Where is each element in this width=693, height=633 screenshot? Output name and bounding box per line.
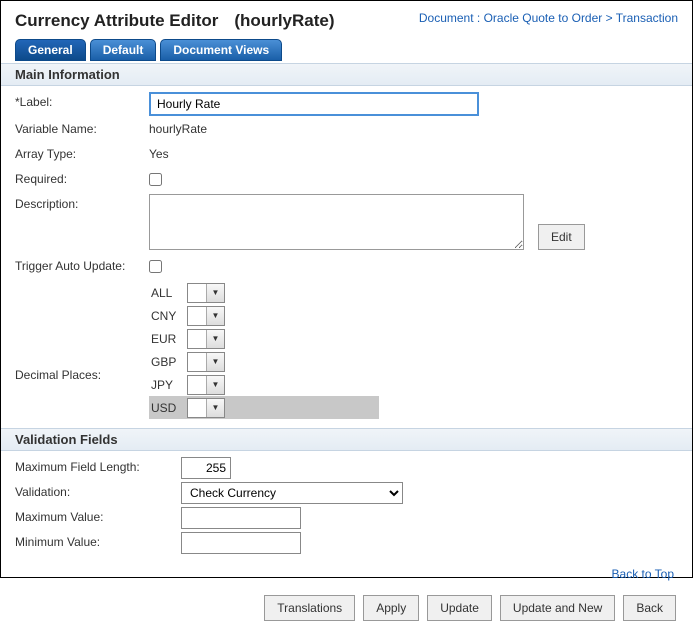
currency-code: EUR xyxy=(149,332,177,346)
validation-select[interactable]: Check Currency xyxy=(181,482,403,504)
currency-decimal-select-jpy[interactable] xyxy=(187,375,225,395)
currency-code: ALL xyxy=(149,286,177,300)
variable-name-value: hourlyRate xyxy=(149,119,207,136)
validation-label: Validation: xyxy=(15,482,181,499)
label-label: *Label: xyxy=(15,92,149,109)
currency-decimal-select-cny[interactable] xyxy=(187,306,225,326)
currency-row-cny: CNY xyxy=(149,304,379,327)
description-label: Description: xyxy=(15,194,149,211)
minimum-value-input[interactable] xyxy=(181,532,301,554)
currency-code: GBP xyxy=(149,355,177,369)
required-checkbox[interactable] xyxy=(149,173,162,186)
max-field-length-label: Maximum Field Length: xyxy=(15,457,181,474)
currency-decimal-select-all[interactable] xyxy=(187,283,225,303)
back-to-top-link[interactable]: Back to Top xyxy=(612,567,674,581)
apply-button[interactable]: Apply xyxy=(363,595,419,621)
currency-code: JPY xyxy=(149,378,177,392)
currency-decimal-select-eur[interactable] xyxy=(187,329,225,349)
page-subtitle: (hourlyRate) xyxy=(234,11,334,31)
breadcrumb-link-quote[interactable]: Oracle Quote to Order xyxy=(484,11,603,25)
currency-row-eur: EUR xyxy=(149,327,379,350)
translations-button[interactable]: Translations xyxy=(264,595,355,621)
tab-document-views[interactable]: Document Views xyxy=(160,39,282,61)
edit-button[interactable]: Edit xyxy=(538,224,585,250)
minimum-value-label: Minimum Value: xyxy=(15,532,181,549)
currency-row-all: ALL xyxy=(149,281,379,304)
currency-decimal-select-usd[interactable] xyxy=(187,398,225,418)
maximum-value-input[interactable] xyxy=(181,507,301,529)
currency-row-gbp: GBP xyxy=(149,350,379,373)
currency-decimal-select-gbp[interactable] xyxy=(187,352,225,372)
array-type-label: Array Type: xyxy=(15,144,149,161)
currency-row-jpy: JPY xyxy=(149,373,379,396)
trigger-auto-update-checkbox[interactable] xyxy=(149,260,162,273)
array-type-value: Yes xyxy=(149,144,169,161)
currency-code: USD xyxy=(149,401,177,415)
currency-row-usd[interactable]: USD xyxy=(149,396,379,419)
breadcrumb-sep: > xyxy=(602,11,615,25)
label-input[interactable] xyxy=(149,92,479,116)
chevron-down-icon xyxy=(206,307,224,325)
decimal-places-list: ALL CNY EUR GBP JPY USD xyxy=(149,281,379,419)
chevron-down-icon xyxy=(206,284,224,302)
breadcrumb-link-transaction[interactable]: Transaction xyxy=(616,11,678,25)
breadcrumb-prefix: Document : xyxy=(419,11,484,25)
tab-general[interactable]: General xyxy=(15,39,86,61)
trigger-auto-update-label: Trigger Auto Update: xyxy=(15,256,149,273)
max-field-length-input[interactable] xyxy=(181,457,231,479)
variable-name-label: Variable Name: xyxy=(15,119,149,136)
breadcrumb: Document : Oracle Quote to Order > Trans… xyxy=(419,11,678,25)
back-button[interactable]: Back xyxy=(623,595,676,621)
page-title: Currency Attribute Editor xyxy=(15,11,218,31)
chevron-down-icon xyxy=(206,376,224,394)
description-textarea[interactable] xyxy=(149,194,524,250)
tab-default[interactable]: Default xyxy=(90,39,157,61)
update-button[interactable]: Update xyxy=(427,595,492,621)
maximum-value-label: Maximum Value: xyxy=(15,507,181,524)
decimal-places-label: Decimal Places: xyxy=(15,318,149,382)
section-validation-fields: Validation Fields xyxy=(1,428,692,451)
required-label: Required: xyxy=(15,169,149,186)
chevron-down-icon xyxy=(206,330,224,348)
section-main-information: Main Information xyxy=(1,63,692,86)
chevron-down-icon xyxy=(206,399,224,417)
update-and-new-button[interactable]: Update and New xyxy=(500,595,615,621)
currency-code: CNY xyxy=(149,309,177,323)
chevron-down-icon xyxy=(206,353,224,371)
